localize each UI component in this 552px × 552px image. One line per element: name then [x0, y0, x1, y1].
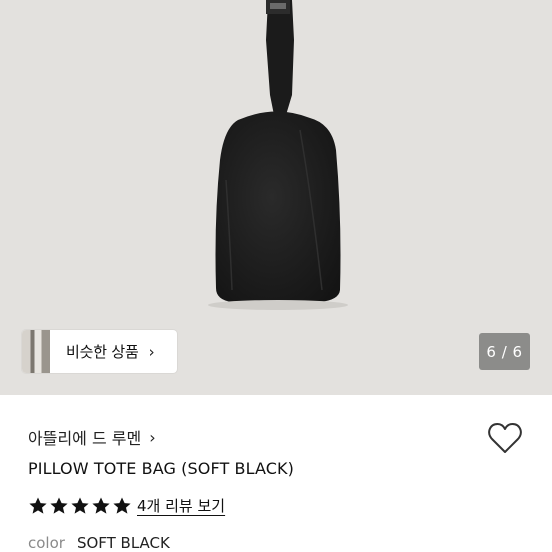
- rating-row: 4개 리뷰 보기: [28, 495, 225, 516]
- product-title: PILLOW TOTE BAG (SOFT BLACK): [28, 459, 294, 478]
- brand-link[interactable]: 아뜰리에 드 루멘 ›: [28, 425, 156, 449]
- color-value: SOFT BLACK: [76, 534, 170, 552]
- brand-name: 아뜰리에 드 루멘: [28, 429, 142, 448]
- star-icon: [71, 497, 89, 514]
- star-icon: [29, 497, 47, 514]
- star-rating: [28, 496, 132, 516]
- chevron-right-icon: ›: [149, 427, 156, 447]
- view-reviews-link[interactable]: 4개 리뷰 보기: [137, 495, 225, 516]
- chevron-right-icon: ›: [148, 342, 155, 361]
- similar-products-button[interactable]: 비슷한 상품 ›: [22, 330, 177, 373]
- product-image-carousel[interactable]: 비슷한 상품 › 6 / 6: [0, 0, 552, 395]
- heart-icon[interactable]: [487, 421, 523, 455]
- color-label: color: [28, 534, 65, 552]
- star-icon: [50, 497, 68, 514]
- star-icon: [113, 497, 131, 514]
- similar-product-thumbnail: [22, 330, 50, 373]
- similar-products-label: 비슷한 상품: [66, 343, 139, 361]
- star-icon: [92, 497, 110, 514]
- color-option: color SOFT BLACK: [28, 534, 170, 552]
- image-page-counter: 6 / 6: [479, 333, 530, 370]
